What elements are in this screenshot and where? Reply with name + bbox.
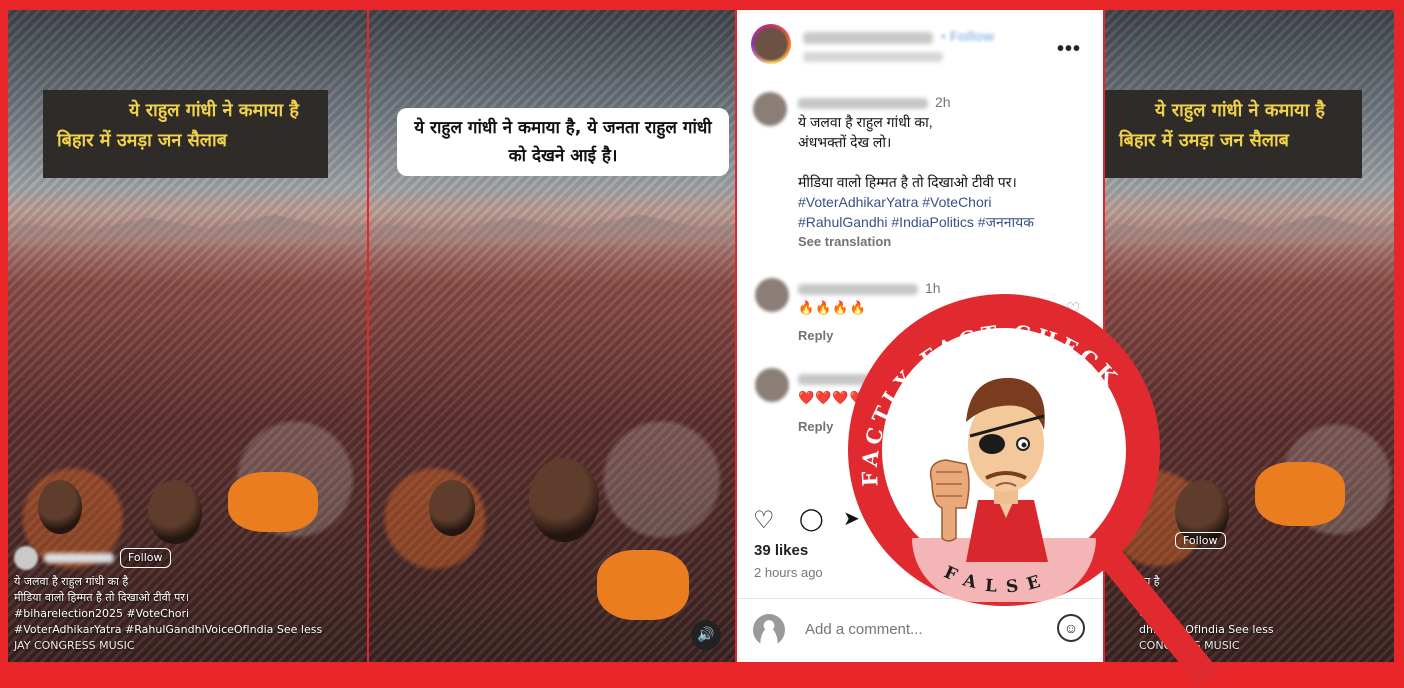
caption-hashtags[interactable]: #VoterAdhikarYatra #VoteChori: [798, 192, 1088, 212]
reel-caption-line: ये जलवा है राहुल गांधी का है: [14, 575, 129, 588]
verdict-false-label: FALSE: [941, 563, 1042, 598]
avatar[interactable]: [755, 278, 789, 312]
like-heart-icon[interactable]: ♡: [753, 506, 775, 535]
stamp-text: FACTLY FACT-CHECK FALSE: [857, 320, 1126, 598]
middle-video-screenshot: ये राहुल गांधी ने कमाया है, ये जनता राहु…: [369, 10, 735, 662]
location-blurred: [803, 52, 943, 62]
crowd-head: [529, 458, 599, 542]
orange-headscarf: [228, 472, 318, 532]
username-blurred[interactable]: [44, 553, 114, 563]
overlay-line-1: ये राहुल गांधी ने कमाया है: [1155, 100, 1325, 121]
svg-text:FALSE: FALSE: [941, 563, 1052, 598]
avatar[interactable]: [755, 368, 789, 402]
avatar[interactable]: [14, 546, 38, 570]
reel-bottom-info: Follow ये जलवा है राहुल गांधी का है मीडि…: [14, 546, 322, 654]
crowd-head: [429, 480, 475, 536]
user-avatar-icon: [753, 614, 785, 646]
reel-user-row: Follow: [14, 546, 322, 570]
username-blurred[interactable]: [803, 32, 933, 44]
post-header: • Follow •••: [751, 24, 1091, 72]
speaker-icon[interactable]: 🔊: [691, 620, 721, 650]
follow-button[interactable]: Follow: [1175, 532, 1226, 549]
follow-link-blurred[interactable]: • Follow: [941, 28, 994, 44]
stamp-arc-title: FACTLY FACT-CHECK: [857, 320, 1121, 487]
video-caption-bubble: ये राहुल गांधी ने कमाया है, ये जनता राहु…: [397, 108, 729, 176]
likes-count[interactable]: 39 likes: [754, 542, 808, 559]
avatar[interactable]: [751, 24, 791, 64]
crowd-head: [38, 480, 82, 534]
reply-link[interactable]: Reply: [798, 419, 833, 434]
reel-hashtags[interactable]: #VoterAdhikarYatra #RahulGandhiVoiceOfIn…: [14, 622, 322, 638]
reel-overlay-caption: ये राहुल गांधी ने कमाया है बिहार में उमड…: [43, 90, 328, 178]
post-caption: ये जलवा है राहुल गांधी का, अंधभक्तों देख…: [798, 112, 1088, 252]
comment-icon[interactable]: ◯: [799, 506, 824, 532]
overlay-line-1: ये राहुल गांधी ने कमाया है: [129, 100, 299, 121]
orange-headscarf: [597, 550, 689, 620]
avatar[interactable]: [753, 92, 787, 126]
caption-hashtags[interactable]: #RahulGandhi #IndiaPolitics #जननायक: [798, 212, 1088, 232]
post-time: 2h: [935, 94, 951, 110]
follow-button[interactable]: Follow: [120, 548, 171, 568]
overlay-line-2: बिहार में उमड़ा जन सैलाब: [57, 130, 227, 151]
left-reel-screenshot: ये राहुल गांधी ने कमाया है बिहार में उमड…: [8, 10, 367, 662]
caption-line: मीडिया वालो हिम्मत है तो दिखाओ टीवी पर।: [798, 174, 1017, 190]
orange-headscarf: [1255, 462, 1345, 526]
post-age: 2 hours ago: [754, 565, 823, 580]
music-label[interactable]: JAY CONGRESS MUSIC: [14, 638, 322, 654]
reel-caption-line: मीडिया वालो हिम्मत है तो दिखाओ टीवी पर।: [14, 591, 189, 604]
caption-line: अंधभक्तों देख लो।: [798, 134, 892, 150]
svg-text:FACTLY FACT-CHECK: FACTLY FACT-CHECK: [857, 320, 1126, 487]
username-blurred[interactable]: [798, 98, 928, 109]
reply-link[interactable]: Reply: [798, 328, 833, 343]
crowd-head: [148, 480, 202, 544]
fact-check-stamp: FACTLY FACT-CHECK FALSE: [838, 286, 1221, 688]
overlay-line-2: बिहार में उमड़ा जन सैलाब: [1119, 130, 1289, 151]
reel-overlay-caption: ये राहुल गांधी ने कमाया है बिहार में उमड…: [1105, 90, 1362, 178]
reel-hashtags[interactable]: #biharelection2025 #VoteChori: [14, 606, 322, 622]
see-translation-link[interactable]: See translation: [798, 232, 1088, 252]
caption-line: ये जलवा है राहुल गांधी का,: [798, 114, 933, 130]
more-options-icon[interactable]: •••: [1057, 38, 1081, 61]
